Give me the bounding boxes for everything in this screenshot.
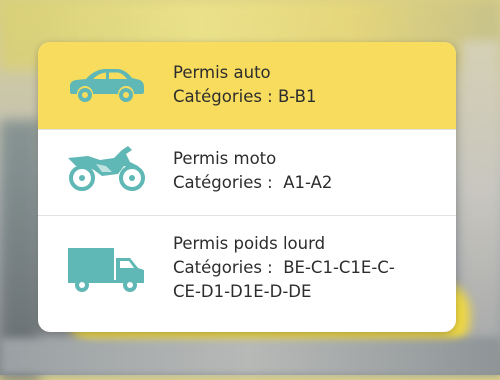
license-option-heavy[interactable]: Permis poids lourd Catégories : BE-C1-C1… <box>38 216 456 332</box>
license-title: Permis poids lourd <box>173 234 326 253</box>
license-option-auto[interactable]: Permis auto Catégories : B-B1 <box>38 42 456 129</box>
background-blur-bottom <box>0 338 500 375</box>
car-icon <box>66 64 146 104</box>
truck-icon <box>66 244 148 294</box>
license-categories-continued: CE-D1-D1E-D-DE <box>173 282 312 301</box>
license-title: Permis auto <box>173 63 271 82</box>
license-selection-card: Permis auto Catégories : B-B1 Permis mot… <box>38 42 456 332</box>
license-option-moto[interactable]: Permis moto Catégories : A1-A2 <box>38 130 456 215</box>
license-categories: Catégories : B-B1 <box>173 87 317 106</box>
motorcycle-icon <box>66 144 148 192</box>
background-blur-right <box>462 40 500 340</box>
license-categories: Catégories : A1-A2 <box>173 173 333 192</box>
license-title: Permis moto <box>173 149 277 168</box>
license-categories: Catégories : BE-C1-C1E-C- <box>173 258 395 277</box>
